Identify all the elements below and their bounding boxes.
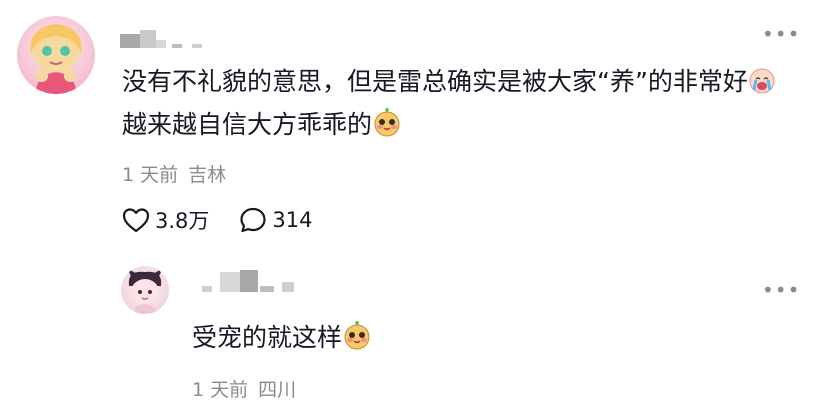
comment-text-part1: 没有不礼貌的意思，但是雷总确实是被大家“养”的非常好 [122, 67, 748, 96]
reply-text: 受宠的就这样 [192, 318, 752, 361]
comment-more-button[interactable]: ••• [762, 24, 800, 44]
replier-username[interactable] [202, 270, 294, 292]
commenter-avatar[interactable] [17, 16, 95, 94]
commenter-username[interactable] [120, 30, 202, 48]
reply-more-button[interactable]: ••• [762, 280, 800, 300]
reply-time: 1 天前 [192, 379, 249, 401]
comment-time: 1 天前 [122, 164, 179, 186]
like-button[interactable]: 3.8万 [122, 205, 209, 235]
reply-meta: 1 天前 四川 [192, 375, 296, 402]
comment-bubble-icon [240, 207, 267, 233]
crying-emoji-icon [749, 66, 775, 105]
heart-icon [122, 208, 150, 233]
comment-text-part2: 越来越自信大方乖乖的 [122, 110, 373, 139]
comment-meta: 1 天前 吉林 [122, 160, 226, 187]
reply-text-content: 受宠的就这样 [192, 323, 343, 352]
cute-face-emoji-icon [373, 107, 401, 148]
reply-button[interactable]: 314 [239, 206, 313, 234]
more-dots-icon: ••• [762, 278, 801, 302]
comment-location: 吉林 [188, 164, 227, 186]
replier-avatar[interactable] [121, 266, 169, 314]
cute-face-emoji-icon [343, 320, 371, 361]
reply-count: 314 [272, 208, 313, 232]
reply-location: 四川 [258, 379, 297, 401]
more-dots-icon: ••• [762, 22, 801, 46]
comment-actions: 3.8万 314 [122, 205, 313, 235]
comment-text: 没有不礼貌的意思，但是雷总确实是被大家“养”的非常好 越来越自信大方乖乖的 [122, 62, 792, 148]
like-count: 3.8万 [155, 209, 210, 233]
